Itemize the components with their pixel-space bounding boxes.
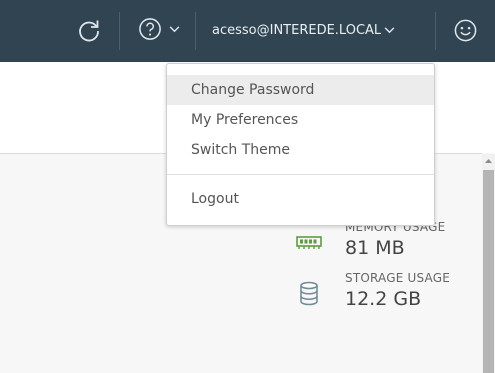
help-menu-button[interactable] xyxy=(138,17,184,43)
logout-menu-item[interactable]: Logout xyxy=(167,184,434,214)
scrollbar-thumb[interactable] xyxy=(483,170,494,373)
user-account-label: acesso@INTEREDE.LOCAL xyxy=(212,23,382,38)
user-menu-button[interactable]: acesso@INTEREDE.LOCAL xyxy=(212,20,395,42)
header-divider xyxy=(195,12,196,50)
switch-theme-menu-item[interactable]: Switch Theme xyxy=(167,135,434,165)
smiley-face-icon[interactable] xyxy=(453,18,478,43)
database-icon xyxy=(300,281,318,306)
storage-usage-label: STORAGE USAGE xyxy=(345,271,451,285)
memory-usage-value: 81 MB xyxy=(345,237,405,259)
menu-divider xyxy=(167,174,434,175)
change-password-menu-item[interactable]: Change Password xyxy=(167,75,434,105)
refresh-icon[interactable] xyxy=(76,17,102,43)
vertical-scrollbar[interactable] xyxy=(482,154,495,373)
user-dropdown-menu: Change Password My Preferences Switch Th… xyxy=(166,63,435,226)
chevron-down-icon xyxy=(384,27,395,34)
top-navigation-bar: acesso@INTEREDE.LOCAL xyxy=(0,0,495,62)
header-divider xyxy=(435,12,436,50)
help-circle-icon xyxy=(139,18,161,40)
memory-chip-icon xyxy=(296,236,322,249)
header-divider xyxy=(119,12,120,50)
scroll-up-arrow-icon[interactable] xyxy=(482,154,495,168)
my-preferences-menu-item[interactable]: My Preferences xyxy=(167,105,434,135)
storage-usage-value: 12.2 GB xyxy=(345,288,422,310)
chevron-down-icon xyxy=(169,26,180,33)
